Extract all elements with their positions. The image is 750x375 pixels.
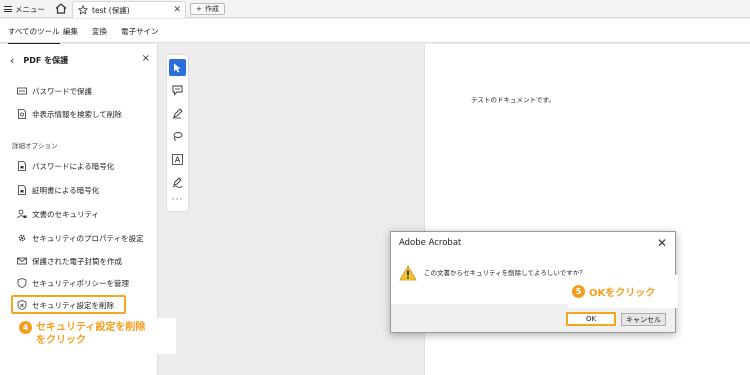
sign-tool[interactable]: [169, 174, 186, 191]
menu-label: メニュー: [15, 4, 45, 14]
signature-pen-icon: [172, 177, 183, 188]
menu-button[interactable]: メニュー: [4, 2, 45, 16]
select-tool[interactable]: [169, 59, 186, 76]
panel-item-label: セキュリティのプロパティを設定: [32, 233, 144, 243]
policy-shield-icon: [17, 278, 27, 288]
close-tab-icon[interactable]: ✕: [173, 5, 181, 15]
dialog-close-icon[interactable]: ✕: [657, 236, 667, 250]
panel-item-password-protect[interactable]: パスワードで保護: [17, 84, 92, 98]
gear-icon: [18, 234, 26, 242]
cancel-button[interactable]: キャンセル: [621, 313, 666, 326]
text-box-icon: [172, 154, 183, 165]
dialog-message: この文書からセキュリティを削除してよろしいですか？: [424, 269, 586, 277]
close-panel-icon[interactable]: ×: [142, 53, 150, 64]
panel-title: PDF を保護: [23, 55, 69, 65]
panel-item-label: セキュリティポリシーを管理: [32, 278, 130, 288]
comment-icon: [172, 85, 183, 96]
panel-item-secure-envelope[interactable]: 保護された電子封筒を作成: [17, 254, 122, 268]
password-icon: [17, 87, 27, 95]
panel-header: ‹ PDF を保護 ×: [10, 53, 150, 67]
panel-item-redact-hidden[interactable]: 非表示情報を検索して削除: [17, 107, 122, 121]
create-button[interactable]: + 作成: [190, 3, 225, 15]
cursor-icon: [174, 63, 181, 72]
panel-item-label: 文書のセキュリティ: [32, 209, 100, 219]
step-4-callout: 4 セキュリティ設定を削除 をクリック: [15, 318, 176, 354]
panel-item-manage-policy[interactable]: セキュリティポリシーを管理: [17, 276, 129, 290]
text-tool[interactable]: [169, 151, 186, 168]
tab-bar: メニュー test (保護) ✕ + 作成: [0, 0, 750, 18]
user-lock-icon: [17, 209, 27, 219]
lasso-tool[interactable]: [169, 128, 186, 145]
create-label: 作成: [204, 5, 219, 13]
step-5-badge: 5: [572, 285, 585, 298]
ok-button[interactable]: OK: [566, 312, 616, 326]
home-icon[interactable]: [55, 3, 67, 14]
dialog-titlebar: Adobe Acrobat ✕: [391, 232, 675, 254]
step-5-callout: 5 OKをクリック: [568, 275, 678, 308]
certificate-lock-icon: [18, 185, 26, 195]
panel-item-label: 非表示情報を検索して削除: [32, 109, 122, 119]
tool-tabs-bar: すべてのツール 編集 変換 電子サイン: [0, 19, 750, 45]
panel-item-label: パスワードで保護: [32, 86, 92, 96]
tab-convert[interactable]: 変換: [92, 26, 107, 37]
tab-e-sign[interactable]: 電子サイン: [121, 26, 159, 37]
more-tools-icon[interactable]: ···: [167, 195, 188, 205]
section-label-advanced: 詳細オプション: [12, 142, 58, 150]
step-4-line-2: をクリック: [36, 335, 86, 346]
envelope-icon: [17, 257, 27, 265]
plus-icon: +: [196, 5, 202, 13]
document-text: テストのドキュメントです。: [471, 96, 555, 104]
document-tab-label: test (保護): [92, 5, 130, 15]
panel-item-label: 証明書による暗号化: [32, 185, 100, 195]
back-arrow-icon[interactable]: ‹: [10, 54, 14, 67]
draw-tool[interactable]: [169, 105, 186, 122]
document-tab[interactable]: test (保護) ✕: [72, 1, 186, 18]
panel-item-label: パスワードによる暗号化: [32, 161, 115, 171]
lock-document-icon: [18, 161, 26, 171]
warning-icon: [399, 265, 417, 281]
hamburger-icon: [4, 6, 12, 12]
tab-all-tools[interactable]: すべてのツール: [8, 26, 60, 45]
pen-icon: [173, 108, 183, 119]
search-document-icon: [18, 109, 26, 119]
panel-item-certificate-encrypt[interactable]: 証明書による暗号化: [17, 183, 99, 197]
panel-item-label: 保護された電子封筒を作成: [32, 256, 122, 266]
lasso-icon: [173, 132, 183, 141]
comment-tool[interactable]: [169, 82, 186, 99]
remove-security-highlight: [11, 295, 126, 314]
step-5-text: OKをクリック: [589, 288, 656, 299]
panel-item-password-encrypt[interactable]: パスワードによる暗号化: [17, 159, 114, 173]
step-4-text: セキュリティ設定を削除 をクリック: [36, 321, 145, 347]
vertical-tools-bar: ···: [166, 54, 189, 212]
star-icon[interactable]: [78, 5, 88, 15]
panel-item-security-properties[interactable]: セキュリティのプロパティを設定: [17, 231, 144, 245]
step-4-line-1: セキュリティ設定を削除: [36, 322, 146, 333]
tab-edit[interactable]: 編集: [63, 26, 78, 37]
panel-item-document-security[interactable]: 文書のセキュリティ: [17, 207, 99, 221]
step-4-badge: 4: [19, 321, 32, 334]
dialog-title: Adobe Acrobat: [399, 238, 462, 248]
